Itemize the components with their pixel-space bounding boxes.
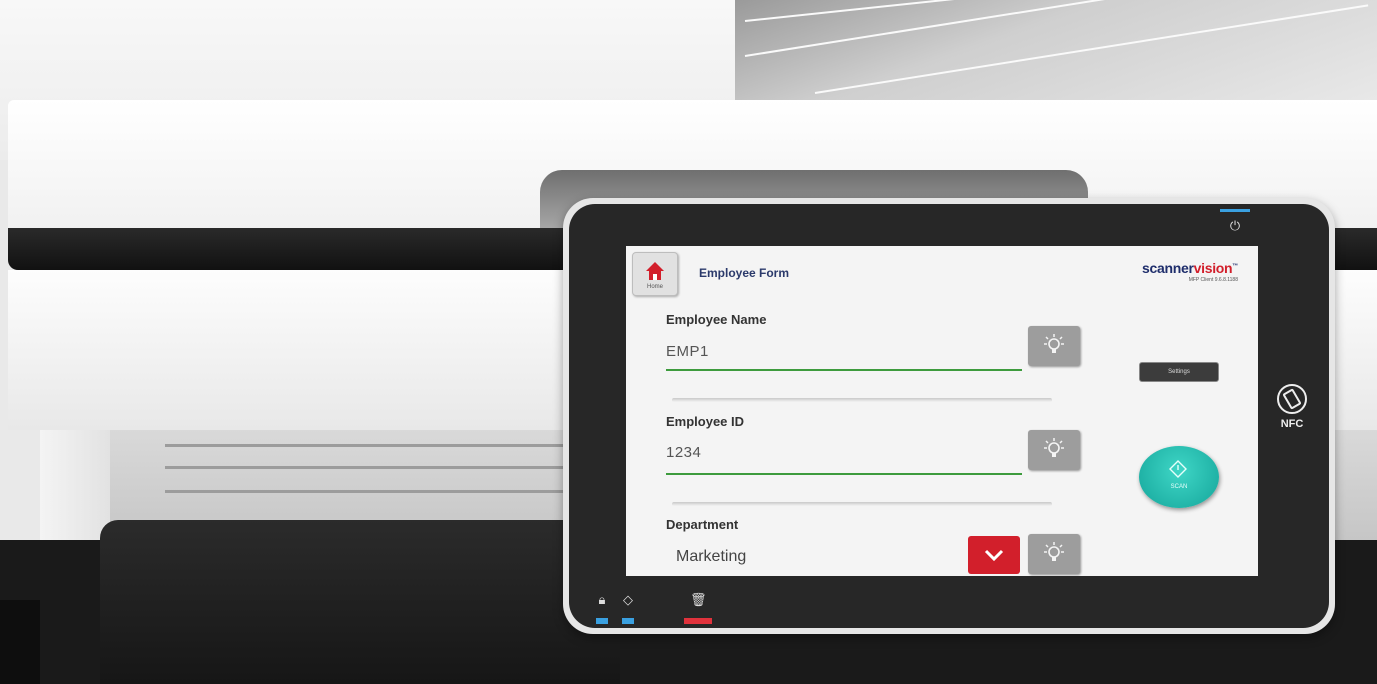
lock-icon: 🔒︎ — [598, 592, 606, 607]
employee-name-input[interactable]: EMP1 — [666, 343, 709, 360]
scan-label: SCAN — [1170, 484, 1188, 490]
brand-name-main: scanner — [1142, 260, 1194, 276]
form-title: Employee Form — [699, 266, 790, 280]
chevron-down-icon — [984, 549, 1004, 561]
employee-id-underline — [666, 473, 1022, 475]
data-icon: ◇ — [623, 592, 633, 607]
department-label: Department — [666, 517, 739, 532]
employee-id-input[interactable]: 1234 — [666, 444, 701, 461]
status-led — [1220, 209, 1250, 212]
brand-subtitle: MFP Client 9.6.8.1188 — [1188, 277, 1238, 283]
delete-icon: 🗑︎ — [690, 592, 707, 607]
employee-name-underline — [666, 369, 1022, 371]
home-icon — [646, 262, 664, 280]
touch-screen: Home Employee Form scannervision™ MFP Cl… — [626, 246, 1258, 576]
power-icon[interactable]: ⏻ — [1227, 218, 1243, 234]
employee-name-hint-button[interactable] — [1028, 326, 1080, 366]
department-dropdown-button[interactable] — [968, 536, 1020, 574]
employee-id-label: Employee ID — [666, 414, 745, 429]
lightbulb-icon — [1044, 542, 1064, 561]
document-feeder-tray — [735, 0, 1377, 100]
nfc-reader: NFC — [1272, 384, 1312, 430]
field-divider — [672, 398, 1052, 402]
home-label: Home — [646, 284, 663, 290]
lightbulb-icon — [1044, 334, 1064, 353]
scan-icon — [1169, 460, 1187, 478]
settings-label: Settings — [1168, 369, 1190, 375]
home-button[interactable]: Home — [632, 252, 678, 296]
nfc-icon — [1277, 384, 1307, 414]
brand-tm: ™ — [1232, 263, 1238, 270]
lightbulb-icon — [1044, 438, 1064, 457]
brand-logo: scannervision™ MFP Client 9.6.8.1188 — [1142, 260, 1238, 283]
employee-id-hint-button[interactable] — [1028, 430, 1080, 470]
brand-name-accent: vision — [1193, 260, 1233, 276]
error-led — [684, 618, 712, 624]
department-hint-button[interactable] — [1028, 534, 1080, 574]
field-divider — [672, 502, 1052, 506]
lock-led — [596, 618, 608, 624]
paper-tray — [100, 520, 620, 684]
scan-button[interactable]: SCAN — [1139, 446, 1219, 508]
settings-button[interactable]: Settings — [1139, 362, 1219, 382]
data-led — [622, 618, 634, 624]
nfc-label: NFC — [1280, 418, 1304, 430]
employee-name-label: Employee Name — [666, 312, 767, 327]
department-select[interactable]: Marketing — [676, 548, 746, 566]
printer-lower-edge — [0, 600, 40, 684]
